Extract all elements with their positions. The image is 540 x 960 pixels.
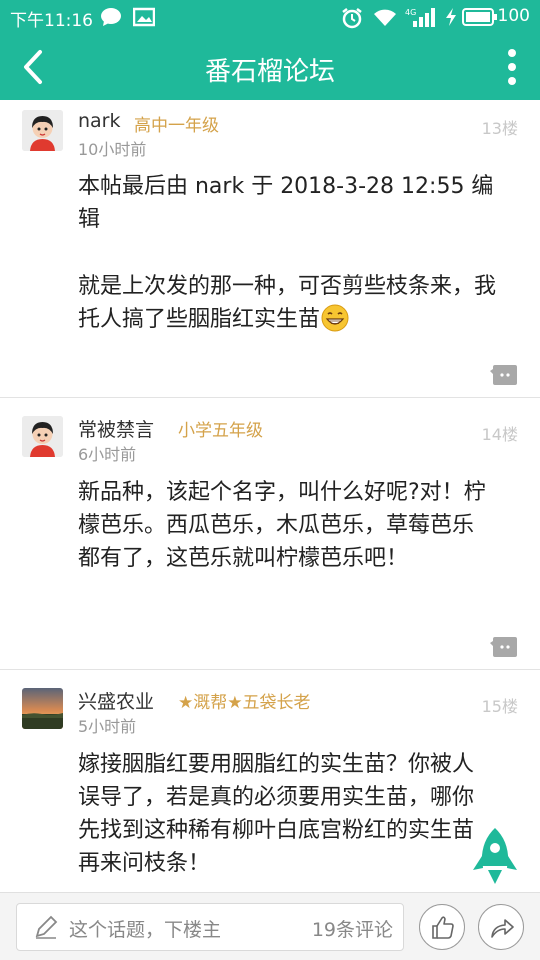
charging-icon bbox=[446, 8, 456, 26]
page-title: 番石榴论坛 bbox=[204, 57, 335, 87]
reply-input[interactable]: 这个话题，下楼主 19条评论 bbox=[16, 903, 404, 951]
alarm-icon bbox=[342, 8, 362, 29]
user-rank: 高中一年级 bbox=[134, 116, 219, 136]
user-rank: ★溉帮★五袋长老 bbox=[178, 693, 311, 713]
network-type: 4G bbox=[405, 8, 416, 17]
post-time: 6小时前 bbox=[78, 445, 137, 464]
sunset-landscape-avatar-icon bbox=[22, 688, 63, 729]
battery-icon bbox=[462, 8, 497, 26]
post-content: 就是上次发的那一种，可否剪些枝条来，我托人搞了些胭脂红实生苗 bbox=[78, 270, 500, 336]
post-content-text: 就是上次发的那一种，可否剪些枝条来，我托人搞了些胭脂红实生苗 bbox=[78, 274, 497, 332]
post-item: nark 高中一年级 13楼 10小时前 本帖最后由 nark 于 2018-3… bbox=[0, 100, 540, 398]
bottom-reply-bar: 这个话题，下楼主 19条评论 bbox=[0, 892, 540, 960]
post-username[interactable]: nark bbox=[78, 110, 121, 132]
avatar[interactable] bbox=[22, 110, 63, 151]
post-time: 10小时前 bbox=[78, 140, 147, 159]
more-vertical-icon[interactable] bbox=[502, 46, 522, 88]
floor-number: 15楼 bbox=[481, 697, 518, 716]
avatar[interactable] bbox=[22, 688, 63, 729]
reply-comment-icon[interactable] bbox=[490, 364, 518, 386]
image-notification-icon bbox=[133, 7, 155, 27]
post-item: 常被禁言 小学五年级 14楼 6小时前 新品种，该起个名字，叫什么好呢?对！柠檬… bbox=[0, 398, 540, 670]
floor-number: 14楼 bbox=[481, 425, 518, 444]
status-time: 下午11:16 bbox=[10, 11, 93, 31]
avatar-cartoon-icon bbox=[22, 416, 63, 457]
reply-comment-icon[interactable] bbox=[490, 636, 518, 658]
avatar-cartoon-icon bbox=[22, 110, 63, 151]
post-content-edit-note: 本帖最后由 nark 于 2018-3-28 12:55 编辑 bbox=[78, 174, 494, 232]
reply-placeholder: 这个话题，下楼主 bbox=[69, 919, 222, 941]
post-content: 新品种，该起个名字，叫什么好呢?对！柠檬芭乐。西瓜芭乐，木瓜芭乐，草莓芭乐都有了… bbox=[78, 480, 486, 571]
share-button[interactable] bbox=[478, 904, 524, 950]
thumbs-up-icon bbox=[432, 916, 454, 939]
cell-signal-icon: 4G bbox=[405, 8, 435, 27]
post-username[interactable]: 兴盛农业 bbox=[78, 687, 154, 714]
avatar[interactable] bbox=[22, 416, 63, 457]
rocket-scroll-top-icon[interactable] bbox=[470, 826, 520, 888]
post-username[interactable]: 常被禁言 bbox=[78, 415, 154, 442]
grin-emoji-icon bbox=[321, 304, 349, 332]
post-time: 5小时前 bbox=[78, 717, 137, 736]
user-rank: 小学五年级 bbox=[178, 421, 263, 441]
like-button[interactable] bbox=[419, 904, 465, 950]
chat-notification-icon bbox=[101, 8, 121, 26]
floor-number: 13楼 bbox=[481, 119, 518, 138]
comment-count[interactable]: 19条评论 bbox=[312, 915, 393, 942]
post-content: 嫁接胭脂红要用胭脂红的实生苗？你被人误导了，若是真的必须要用实生苗，哪你先找到这… bbox=[78, 752, 475, 876]
status-bar: 下午11:16 4G 100 bbox=[0, 0, 540, 34]
app-header: 番石榴论坛 bbox=[0, 34, 540, 100]
pen-icon bbox=[35, 915, 58, 939]
wifi-icon bbox=[374, 9, 396, 26]
share-icon bbox=[491, 919, 514, 938]
battery-level: 100 bbox=[497, 6, 530, 26]
post-item: 兴盛农业 ★溉帮★五袋长老 15楼 5小时前 嫁接胭脂红要用胭脂红的实生苗？你被… bbox=[0, 670, 540, 892]
